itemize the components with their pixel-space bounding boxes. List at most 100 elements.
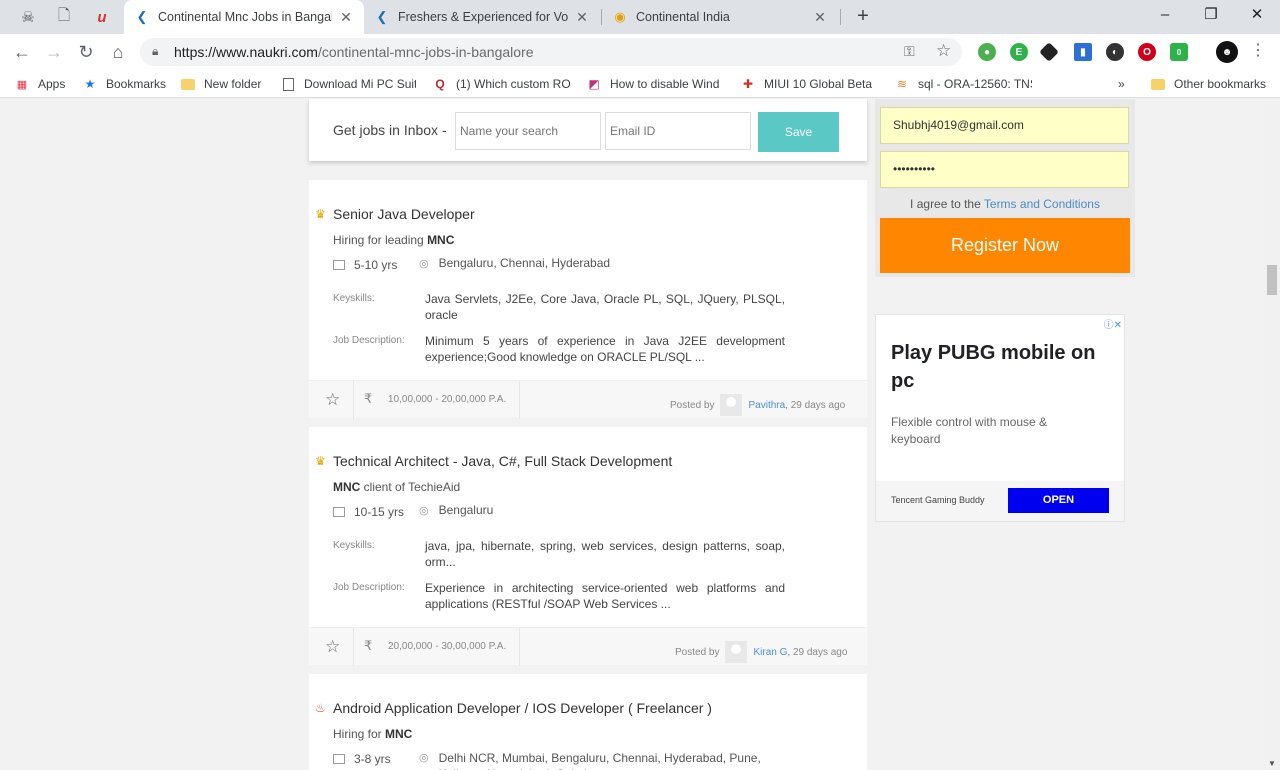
bookmark-miui-10-global-beta[interactable]: ✚ MIUI 10 Global Beta	[740, 75, 878, 93]
bookmark-label: Other bookmarks	[1174, 77, 1267, 91]
evernote-icon[interactable]: E	[1010, 43, 1028, 61]
save-alert-button[interactable]: Save	[758, 112, 839, 152]
bookmark-other-bookmarks[interactable]: Other bookmarks	[1150, 75, 1270, 93]
ad-brand: Tencent Gaming Buddy	[891, 495, 985, 505]
chrome-menu-icon[interactable]: ⋮	[1250, 42, 1266, 62]
rupee-icon: ₹	[364, 391, 373, 406]
crown-icon: ♛	[315, 454, 326, 468]
bookmark-apps[interactable]: ▦ Apps	[14, 75, 74, 93]
register-panel: Shubhj4019@gmail.com •••••••••• I agree …	[875, 99, 1135, 277]
keyskills-value: java, jpa, hibernate, spring, web servic…	[425, 539, 785, 569]
bookmark-which-custom-rom[interactable]: Q (1) Which custom RO	[432, 75, 570, 93]
new-tab-button[interactable]: +	[850, 4, 876, 30]
poster-name-link[interactable]: Pavithra	[748, 400, 785, 411]
job-company: MNC client of TechieAid	[333, 480, 460, 494]
location-pin-icon: ◎	[419, 257, 429, 270]
bookmark-new-folder[interactable]: New folder	[180, 75, 270, 93]
register-now-button[interactable]: Register Now	[880, 218, 1130, 273]
continental-icon: ◉	[614, 9, 626, 24]
job-title[interactable]: Android Application Developer / IOS Deve…	[333, 700, 712, 716]
close-icon[interactable]: ✕	[574, 9, 590, 26]
page-scrollbar[interactable]: ▼	[1264, 99, 1280, 770]
location-text: Delhi NCR, Mumbai, Bengaluru, Chennai, H…	[438, 751, 761, 770]
bookmark-download-mi-pc-suite[interactable]: Download Mi PC Suit	[280, 75, 416, 93]
briefcase-icon	[333, 260, 345, 270]
job-location: ◎ Bengaluru, Chennai, Hyderabad	[419, 256, 610, 270]
job-alert-box: Get jobs in Inbox - Save	[309, 99, 867, 161]
adchoices-icon[interactable]: ⓘ✕	[1104, 316, 1122, 331]
pinned-tab-3[interactable]: u	[84, 0, 120, 34]
job-card[interactable]: ♛ Senior Java Developer Hiring for leadi…	[309, 180, 867, 419]
scrollbar-thumb[interactable]	[1267, 265, 1277, 295]
job-company: Hiring for leading MNC	[333, 233, 454, 247]
adblock-icon[interactable]: O	[1138, 43, 1156, 61]
tab-title: Continental India	[636, 10, 730, 24]
register-email-field[interactable]: Shubhj4019@gmail.com	[880, 107, 1129, 144]
ad-footer: Tencent Gaming Buddy OPEN	[876, 481, 1124, 521]
stackoverflow-icon: ≋	[896, 77, 908, 91]
bookmark-label: New folder	[204, 77, 262, 91]
star-icon: ★	[84, 77, 96, 91]
job-title[interactable]: Senior Java Developer	[333, 206, 475, 222]
key-icon[interactable]: ⚿	[904, 43, 915, 60]
restore-button[interactable]: ❐	[1188, 0, 1234, 30]
pinned-tab-1[interactable]: ☠	[10, 0, 46, 34]
job-card[interactable]: ♛ Technical Architect - Java, C#, Full S…	[309, 427, 867, 666]
poster-name-link[interactable]: Kiran G	[753, 647, 787, 658]
close-icon[interactable]: ✕	[338, 9, 354, 26]
posted-by-label: Posted by	[670, 399, 715, 411]
extension-globe-icon[interactable]: ●	[978, 43, 996, 61]
job-experience: 5-10 yrs	[333, 258, 397, 272]
bookmarks-overflow-button[interactable]: »	[1118, 75, 1132, 93]
close-icon[interactable]: ✕	[812, 9, 828, 26]
company-name: MNC	[385, 727, 413, 741]
ghost-extension-icon[interactable]: ◐	[1106, 43, 1124, 61]
diamond-extension-icon[interactable]	[1039, 42, 1059, 62]
extension-with-badge-icon[interactable]: 0	[1170, 43, 1188, 61]
terms-link[interactable]: Terms and Conditions	[984, 197, 1100, 211]
pinned-tab-2[interactable]: 🗋	[46, 0, 82, 34]
ad-open-button[interactable]: OPEN	[1008, 488, 1109, 513]
experience-text: 10-15 yrs	[354, 505, 405, 519]
tab-continental-mnc-jobs[interactable]: ❮ Continental Mnc Jobs in Bangalore ✕	[124, 0, 364, 34]
back-button[interactable]: ←	[8, 38, 36, 66]
address-bar[interactable]: 🔒︎ https://www.naukri.com/continental-mn…	[140, 38, 962, 66]
minimize-button[interactable]: –	[1142, 0, 1188, 30]
close-window-button[interactable]: ✕	[1234, 0, 1280, 30]
briefcase-icon	[333, 507, 345, 517]
url-text: https://www.naukri.com/continental-mnc-j…	[174, 44, 534, 60]
search-name-input[interactable]	[455, 112, 601, 150]
register-password-field[interactable]: ••••••••••	[880, 151, 1129, 188]
bookmark-bookmarks[interactable]: ★ Bookmarks	[82, 75, 172, 93]
save-job-star-icon[interactable]: ☆	[325, 637, 340, 657]
tab-continental-india[interactable]: ◉ Continental India ✕	[602, 0, 838, 34]
divider	[353, 628, 354, 666]
posted-by-label: Posted by	[675, 646, 720, 658]
flame-icon: ♨	[315, 701, 326, 715]
url-path: /continental-mnc-jobs-in-bangalore	[317, 44, 534, 60]
job-company: Hiring for MNC	[333, 727, 412, 741]
bookmark-sql-ora-12560[interactable]: ≋ sql - ORA-12560: TNS	[894, 75, 1032, 93]
bookmark-how-to-disable-windows[interactable]: ◩ How to disable Wind	[586, 75, 724, 93]
job-card[interactable]: ♨ Android Application Developer / IOS De…	[309, 674, 867, 770]
job-card-footer: ☆ ₹ 10,00,000 - 20,00,000 P.A. Posted by…	[309, 380, 867, 419]
bookmark-label: MIUI 10 Global Beta	[764, 77, 873, 91]
description-label: Job Description:	[333, 582, 405, 593]
job-title[interactable]: Technical Architect - Java, C#, Full Sta…	[333, 453, 672, 469]
company-prefix: Hiring for leading	[333, 233, 428, 247]
bookmark-extension-icon[interactable]: ▮	[1074, 43, 1092, 61]
reload-button[interactable]: ↻	[72, 38, 100, 66]
email-input[interactable]	[605, 112, 751, 150]
bookmark-label: (1) Which custom RO	[456, 77, 570, 91]
forward-button[interactable]: →	[40, 38, 68, 66]
bookmark-star-icon[interactable]: ☆	[936, 41, 951, 61]
ad-headline[interactable]: Play PUBG mobile on pc	[891, 339, 1116, 395]
advertisement[interactable]: ⓘ✕ Play PUBG mobile on pc Flexible contr…	[875, 314, 1125, 522]
home-button[interactable]: ⌂	[104, 38, 132, 66]
tab-freshers-experienced[interactable]: ❮ Freshers & Experienced for Voice ✕	[364, 0, 600, 34]
company-name: MNC	[427, 233, 455, 247]
location-text: Bengaluru, Chennai, Hyderabad	[438, 256, 611, 270]
profile-avatar[interactable]: ☻	[1216, 41, 1238, 63]
scroll-down-arrow-icon[interactable]: ▼	[1268, 759, 1276, 768]
save-job-star-icon[interactable]: ☆	[325, 390, 340, 410]
